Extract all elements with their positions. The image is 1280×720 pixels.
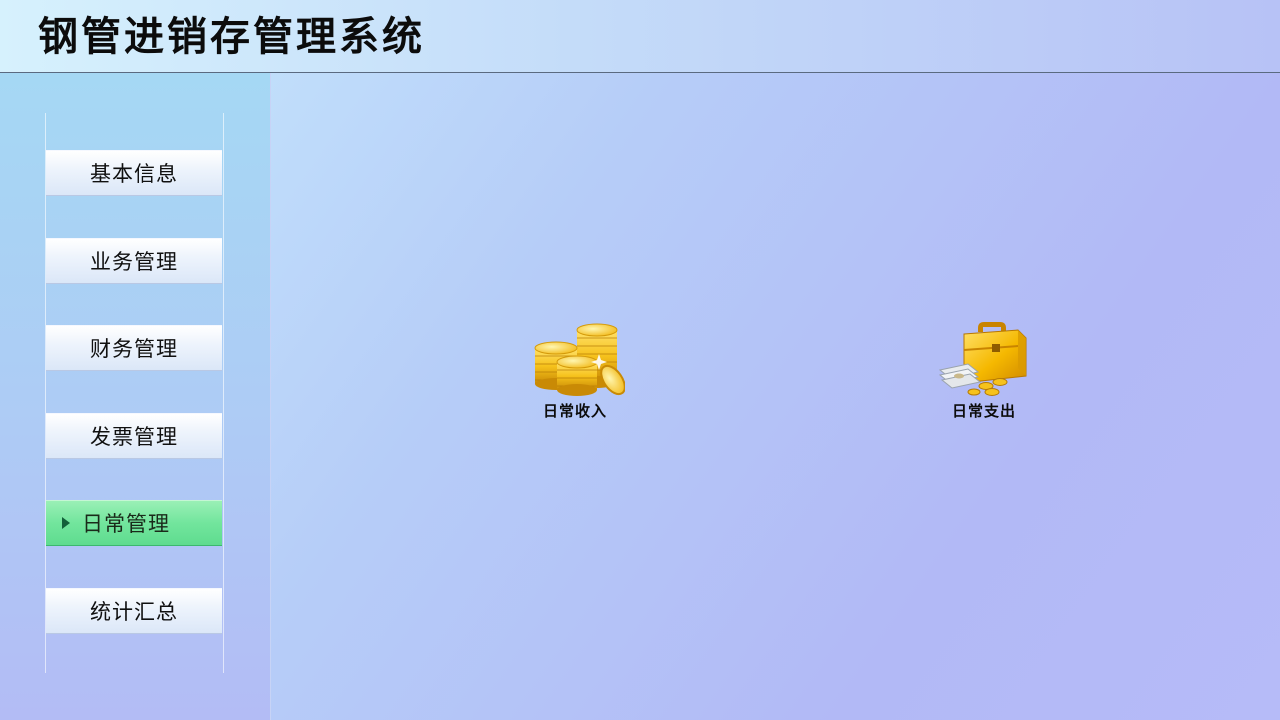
sidebar-item-label: 统计汇总 [90, 600, 178, 624]
title-bar: 钢管进销存管理系统 [0, 0, 1280, 73]
sidebar-item-invoice[interactable]: 发票管理 [46, 413, 222, 459]
play-arrow-icon [62, 517, 70, 529]
sidebar-item-label: 发票管理 [90, 425, 178, 449]
gold-coins-icon [534, 323, 625, 396]
sidebar-item-statistics[interactable]: 统计汇总 [46, 588, 222, 634]
sidebar-item-label: 业务管理 [90, 250, 178, 274]
daily-expense-label: 日常支出 [951, 402, 1016, 420]
sidebar-item-label: 日常管理 [82, 512, 170, 536]
sidebar-item-business[interactable]: 业务管理 [46, 238, 222, 284]
sidebar-item-label: 财务管理 [90, 337, 178, 361]
daily-income-tile[interactable]: 日常收入 [520, 320, 630, 421]
sidebar-item-daily[interactable]: 日常管理 [46, 500, 222, 546]
sidebar: 基本信息 业务管理 财务管理 发票管理 日常管理 统计汇总 [0, 73, 271, 720]
sidebar-item-label: 基本信息 [90, 162, 178, 186]
briefcase-money-icon [938, 322, 1027, 396]
daily-expense-tile[interactable]: 日常支出 [929, 320, 1039, 421]
sidebar-item-basic-info[interactable]: 基本信息 [46, 150, 222, 196]
sidebar-item-finance[interactable]: 财务管理 [46, 325, 222, 371]
daily-income-label: 日常收入 [542, 402, 607, 420]
app-title: 钢管进销存管理系统 [38, 14, 425, 60]
